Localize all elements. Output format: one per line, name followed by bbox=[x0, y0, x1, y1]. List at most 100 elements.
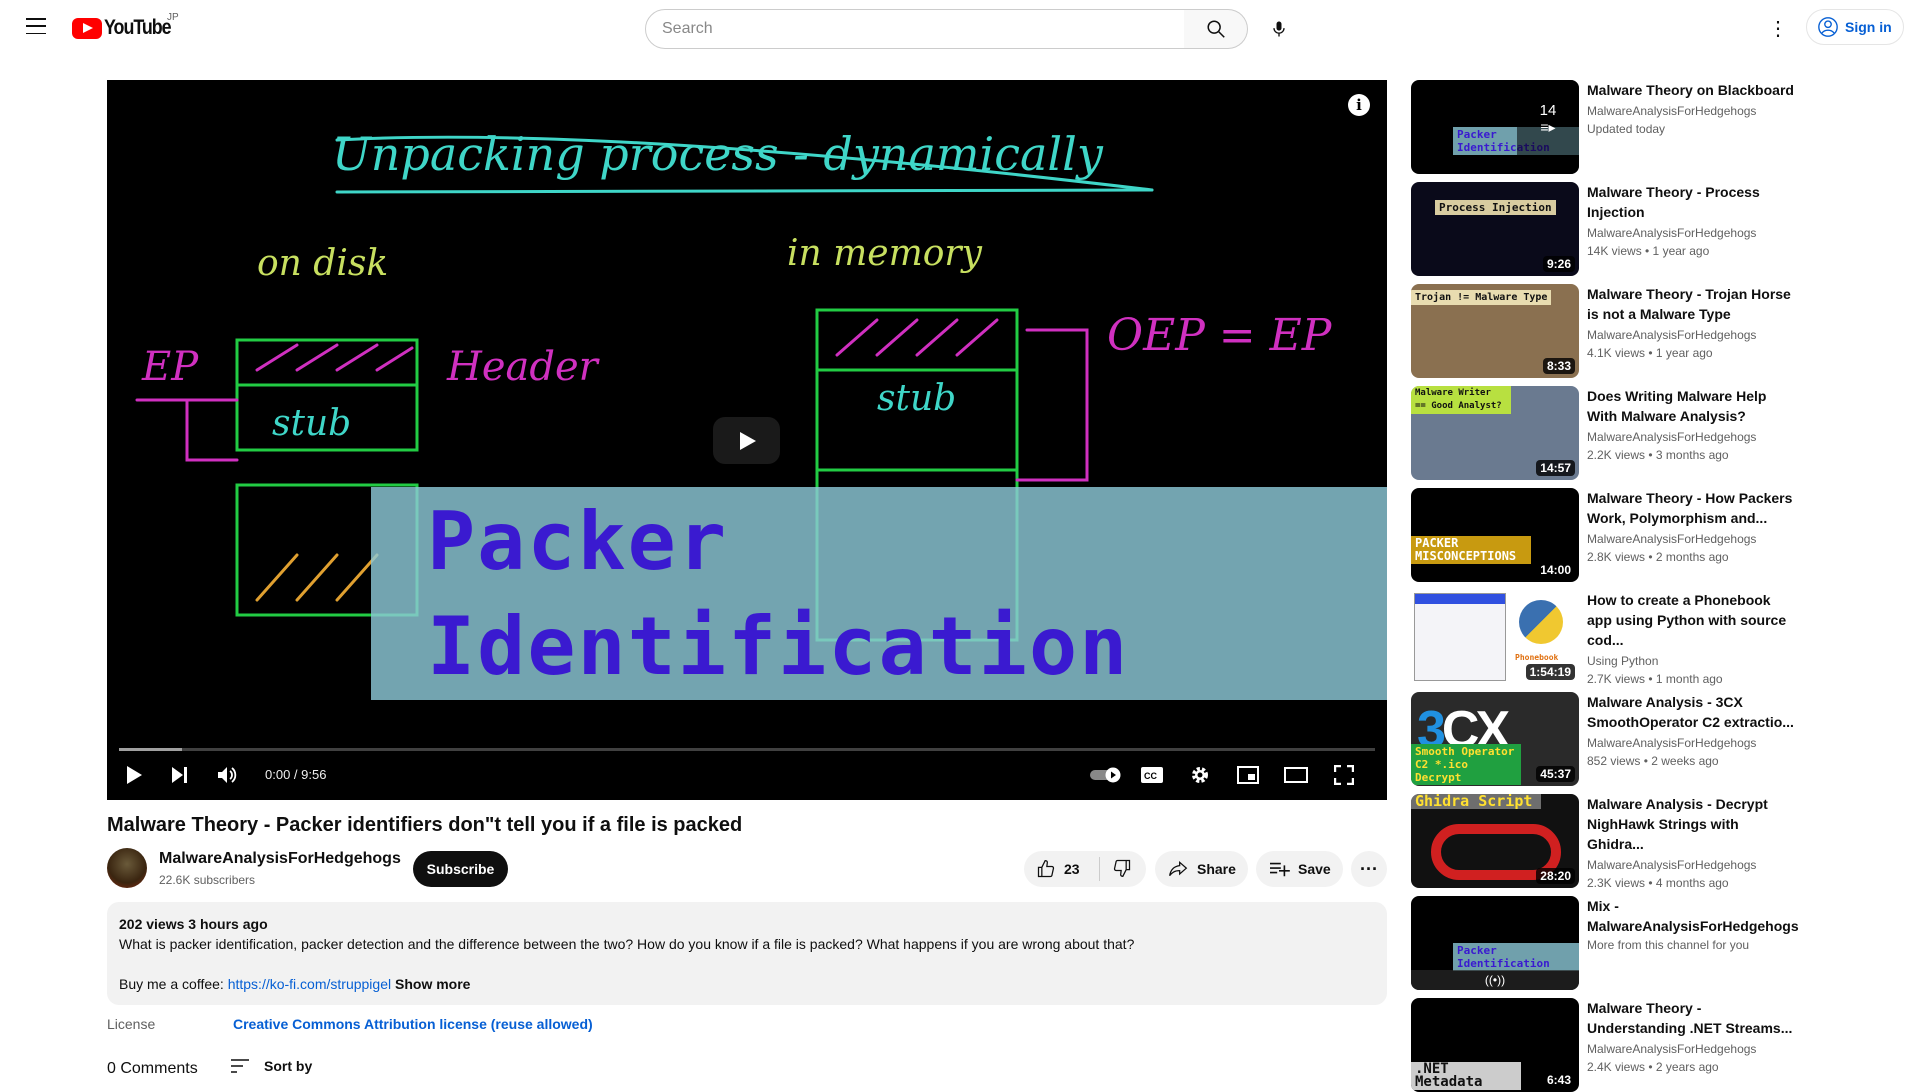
thumbnail-label: Process Injection bbox=[1435, 200, 1556, 215]
more-options-icon[interactable]: ⋮ bbox=[1766, 14, 1790, 42]
large-play-button[interactable] bbox=[713, 417, 780, 464]
video-duration: 6:43 bbox=[1542, 1072, 1575, 1088]
video-thumbnail[interactable]: Malware Writer == Good Analyst? 14:57 bbox=[1411, 386, 1579, 480]
gear-icon bbox=[1192, 767, 1208, 783]
search-icon bbox=[1206, 20, 1225, 38]
miniplayer-button[interactable] bbox=[1233, 760, 1263, 790]
video-thumbnail[interactable]: Phonebook 1:54:19 bbox=[1411, 590, 1579, 684]
youtube-logo[interactable]: YouTube JP bbox=[72, 12, 182, 40]
video-thumbnail[interactable]: .NET Metadata 6:43 bbox=[1411, 998, 1579, 1092]
thumbnail-label: Packer Identification bbox=[1453, 943, 1579, 971]
recommended-meta: 852 views • 2 weeks ago bbox=[1587, 754, 1719, 768]
fullscreen-icon bbox=[1334, 765, 1354, 785]
recommended-channel[interactable]: MalwareAnalysisForHedgehogs bbox=[1587, 734, 1797, 752]
search-input[interactable]: Search bbox=[645, 9, 1185, 49]
recommended-video[interactable]: Packer Identification 14 ≡▸ Malware Theory … bbox=[1411, 80, 1891, 174]
recommended-video[interactable]: Packer Identification ((•)) Mix - MalwareA… bbox=[1411, 896, 1891, 990]
subscribe-button[interactable]: Subscribe bbox=[413, 851, 508, 887]
share-button[interactable]: Share bbox=[1155, 851, 1248, 887]
next-icon bbox=[172, 767, 187, 783]
recommended-title[interactable]: Mix - MalwareAnalysisForHedgehogs bbox=[1587, 896, 1799, 936]
recommended-channel[interactable]: MalwareAnalysisForHedgehogs bbox=[1587, 530, 1797, 548]
video-thumbnail[interactable]: PACKER MISCONCEPTIONS 14:00 bbox=[1411, 488, 1579, 582]
sort-by-button[interactable]: Sort by bbox=[230, 1058, 312, 1074]
theater-mode-button[interactable] bbox=[1281, 760, 1311, 790]
video-duration: 28:20 bbox=[1536, 868, 1575, 884]
recommended-video[interactable]: Ghidra Script 28:20 Malware Analysis - Dec… bbox=[1411, 794, 1891, 890]
sign-in-button[interactable]: Sign in bbox=[1806, 9, 1904, 45]
recommended-video[interactable]: Process Injection 9:26 Malware Theory - Pr… bbox=[1411, 182, 1891, 276]
license-link[interactable]: Creative Commons Attribution license (re… bbox=[233, 1016, 593, 1032]
thumbnail-label: .NET Metadata bbox=[1411, 1062, 1521, 1090]
comment-count: 0 Comments bbox=[107, 1060, 198, 1077]
recommended-video[interactable]: PACKER MISCONCEPTIONS 14:00 Malware Theory… bbox=[1411, 488, 1891, 582]
dislike-button[interactable] bbox=[1100, 858, 1132, 881]
recommended-video[interactable]: .NET Metadata 6:43 Malware Theory - Unders… bbox=[1411, 998, 1891, 1092]
channel-avatar[interactable] bbox=[107, 848, 147, 888]
progress-bar[interactable] bbox=[119, 748, 1375, 751]
captions-button[interactable]: CC bbox=[1137, 760, 1167, 790]
voice-search-button[interactable] bbox=[1262, 12, 1296, 46]
coffee-link[interactable]: https://ko-fi.com/struppigel bbox=[228, 976, 391, 992]
mute-button[interactable] bbox=[213, 760, 243, 790]
description-box[interactable]: 202 views 3 hours ago What is packer ide… bbox=[107, 902, 1387, 1005]
recommended-channel[interactable]: MalwareAnalysisForHedgehogs bbox=[1587, 326, 1797, 344]
recommended-channel[interactable]: MalwareAnalysisForHedgehogs bbox=[1587, 856, 1797, 874]
recommended-title[interactable]: Malware Theory - Trojan Horse is not a M… bbox=[1587, 284, 1797, 324]
save-button[interactable]: Save bbox=[1256, 851, 1343, 887]
video-duration: 1:54:19 bbox=[1525, 664, 1575, 680]
recommended-title[interactable]: Malware Theory - Understanding .NET Stre… bbox=[1587, 998, 1797, 1038]
recommended-channel[interactable]: Using Python bbox=[1587, 652, 1797, 670]
recommended-title[interactable]: Does Writing Malware Help With Malware A… bbox=[1587, 386, 1797, 426]
video-thumbnail[interactable]: Process Injection 9:26 bbox=[1411, 182, 1579, 276]
recommended-title[interactable]: How to create a Phonebook app using Pyth… bbox=[1587, 590, 1797, 650]
thumbs-down-icon bbox=[1113, 859, 1131, 877]
autoplay-toggle[interactable] bbox=[1089, 760, 1125, 790]
recommended-title[interactable]: Malware Theory - Process Injection bbox=[1587, 182, 1797, 222]
recommended-title[interactable]: Malware Analysis - Decrypt NighHawk Stri… bbox=[1587, 794, 1797, 854]
video-thumbnail[interactable]: Trojan != Malware Type 8:33 bbox=[1411, 284, 1579, 378]
search-button[interactable] bbox=[1184, 9, 1248, 49]
recommended-title[interactable]: Malware Analysis - 3CX SmoothOperator C2… bbox=[1587, 692, 1797, 732]
more-actions-icon[interactable]: ··· bbox=[1351, 851, 1387, 887]
recommended-channel[interactable]: MalwareAnalysisForHedgehogs bbox=[1587, 224, 1797, 242]
like-button[interactable]: 23 bbox=[1024, 857, 1100, 881]
next-button[interactable] bbox=[165, 760, 195, 790]
captions-icon: CC bbox=[1141, 767, 1163, 783]
fullscreen-button[interactable] bbox=[1329, 760, 1359, 790]
recommended-title[interactable]: Malware Theory - How Packers Work, Polym… bbox=[1587, 488, 1797, 528]
thumbnail-label: Smooth Operator C2 *.ico Decrypt bbox=[1411, 744, 1521, 785]
coffee-label: Buy me a coffee: bbox=[119, 976, 228, 992]
view-stats: 202 views 3 hours ago bbox=[119, 916, 268, 932]
mix-radio-icon: ((•)) bbox=[1411, 970, 1579, 990]
recommended-video[interactable]: Phonebook 1:54:19 How to create a Phoneboo… bbox=[1411, 590, 1891, 686]
show-more-button[interactable]: Show more bbox=[395, 976, 470, 992]
recommended-channel[interactable]: MalwareAnalysisForHedgehogs bbox=[1587, 102, 1797, 120]
recommended-video[interactable]: 3CX Smooth Operator C2 *.ico Decrypt 45:37… bbox=[1411, 692, 1891, 786]
recommended-channel[interactable]: MalwareAnalysisForHedgehogs bbox=[1587, 1040, 1797, 1058]
video-player[interactable]: Unpacking process - dynamically on disk … bbox=[107, 80, 1387, 800]
play-button[interactable] bbox=[119, 760, 149, 790]
recommended-meta: 2.7K views • 1 month ago bbox=[1587, 672, 1723, 686]
settings-button[interactable] bbox=[1185, 760, 1215, 790]
time-display: 0:00 / 9:56 bbox=[265, 767, 327, 782]
thumbnail-label: Phonebook bbox=[1515, 653, 1559, 662]
recommended-title[interactable]: Malware Theory on Blackboard bbox=[1587, 80, 1797, 100]
thumbs-up-icon bbox=[1037, 860, 1055, 878]
share-icon bbox=[1169, 860, 1188, 877]
video-thumbnail[interactable]: Packer Identification 14 ≡▸ bbox=[1411, 80, 1579, 174]
recommended-channel[interactable]: MalwareAnalysisForHedgehogs bbox=[1587, 428, 1797, 446]
info-icon[interactable]: i bbox=[1348, 94, 1370, 116]
menu-icon[interactable] bbox=[26, 18, 46, 34]
description-text: What is packer identification, packer de… bbox=[119, 936, 1135, 952]
recommended-video[interactable]: Trojan != Malware Type 8:33 Malware Theory… bbox=[1411, 284, 1891, 378]
video-thumbnail[interactable]: 3CX Smooth Operator C2 *.ico Decrypt 45:37 bbox=[1411, 692, 1579, 786]
thumbnail-label: Ghidra Script bbox=[1411, 794, 1541, 809]
svg-text:EP: EP bbox=[141, 344, 199, 390]
recommended-meta: 4.1K views • 1 year ago bbox=[1587, 346, 1713, 360]
video-thumbnail[interactable]: Ghidra Script 28:20 bbox=[1411, 794, 1579, 888]
channel-name-link[interactable]: MalwareAnalysisForHedgehogs bbox=[159, 850, 401, 868]
video-thumbnail[interactable]: Packer Identification ((•)) bbox=[1411, 896, 1579, 990]
recommended-meta: 2.3K views • 4 months ago bbox=[1587, 876, 1729, 890]
recommended-video[interactable]: Malware Writer == Good Analyst? 14:57 Does… bbox=[1411, 386, 1891, 480]
